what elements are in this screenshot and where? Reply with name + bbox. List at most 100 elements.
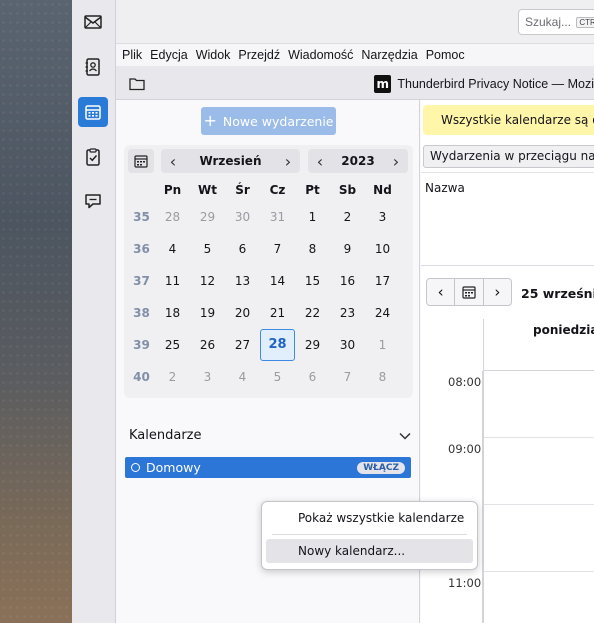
desktop-wallpaper	[0, 0, 72, 623]
today-week-button[interactable]	[455, 279, 484, 305]
menu-tools[interactable]: Narzędzia	[361, 48, 417, 62]
week-number[interactable]: 39	[128, 338, 155, 352]
tab-calendar-folder[interactable]	[122, 72, 152, 96]
day-cell[interactable]: 20	[225, 306, 260, 320]
day-cell[interactable]: 6	[295, 370, 330, 384]
day-cell[interactable]: 10	[365, 242, 400, 256]
day-cell[interactable]: 4	[155, 242, 190, 256]
tasks-space-button[interactable]	[78, 142, 108, 172]
shortcut-hint: CTR	[576, 17, 594, 29]
day-cell[interactable]: 19	[190, 306, 225, 320]
next-year-button[interactable]: ›	[384, 149, 408, 173]
day-cell[interactable]: 13	[225, 274, 260, 288]
day-cell[interactable]: 25	[155, 338, 190, 352]
day-cell[interactable]: 8	[365, 370, 400, 384]
menu-message[interactable]: Wiadomość	[288, 48, 353, 62]
day-column-header[interactable]: poniedziałe	[483, 319, 594, 341]
menu-bar: Plik Edycja Widok Przejdź Wiadomość Narz…	[116, 44, 594, 66]
next-month-button[interactable]: ›	[276, 149, 300, 173]
day-cell[interactable]: 11	[155, 274, 190, 288]
calendar-space-button[interactable]	[78, 97, 108, 127]
day-cell[interactable]: 31	[260, 210, 295, 224]
day-cell[interactable]: 5	[260, 370, 295, 384]
day-cell[interactable]: 24	[365, 306, 400, 320]
day-cell[interactable]: 16	[330, 274, 365, 288]
day-cell[interactable]: 8	[295, 242, 330, 256]
day-cell[interactable]: 28	[155, 210, 190, 224]
day-cell[interactable]: 14	[260, 274, 295, 288]
day-cell[interactable]: 12	[190, 274, 225, 288]
next-week-button[interactable]: ›	[484, 279, 511, 305]
week-number[interactable]: 40	[128, 370, 155, 384]
today-cell[interactable]: 28	[260, 329, 295, 361]
day-cell[interactable]: 23	[330, 306, 365, 320]
day-cell[interactable]: 15	[295, 274, 330, 288]
day-cell[interactable]: 30	[330, 338, 365, 352]
day-cell[interactable]: 17	[365, 274, 400, 288]
events-filter-select[interactable]: Wydarzenia w przeciągu nastę	[423, 145, 594, 168]
new-event-button[interactable]: + Nowe wydarzenie	[201, 107, 336, 135]
day-cell[interactable]: 1	[365, 338, 400, 352]
tab-title: Thunderbird Privacy Notice — Mozi	[397, 77, 594, 91]
calendar-icon	[85, 105, 101, 120]
week-title: 25 września –	[521, 286, 594, 301]
menu-file[interactable]: Plik	[122, 48, 142, 62]
address-book-space-button[interactable]	[78, 52, 108, 82]
hour-line	[484, 504, 594, 505]
mozilla-icon: m	[374, 75, 392, 93]
plus-icon: +	[203, 111, 217, 130]
menu-edit[interactable]: Edycja	[150, 48, 188, 62]
day-cell[interactable]: 22	[295, 306, 330, 320]
today-button[interactable]	[128, 149, 154, 173]
previous-month-button[interactable]: ‹	[161, 149, 185, 173]
tasks-icon	[86, 148, 100, 166]
calendars-header[interactable]: Kalendarze	[129, 428, 411, 443]
day-cell[interactable]: 1	[295, 210, 330, 224]
day-cell[interactable]: 21	[260, 306, 295, 320]
title-bar: Szukaj... CTR	[116, 0, 594, 44]
week-number[interactable]: 38	[128, 306, 155, 320]
day-cell[interactable]: 5	[190, 242, 225, 256]
menu-item-show-all-calendars[interactable]: Pokaż wszystkie kalendarze	[266, 506, 473, 530]
search-input[interactable]: Szukaj... CTR	[518, 9, 594, 35]
calendar-today-icon	[134, 155, 148, 168]
day-cell[interactable]: 26	[190, 338, 225, 352]
previous-year-button[interactable]: ‹	[308, 149, 332, 173]
hour-line	[484, 437, 594, 438]
chat-space-button[interactable]	[78, 186, 108, 216]
menu-go[interactable]: Przejdź	[238, 48, 280, 62]
tab-privacy-notice[interactable]: m Thunderbird Privacy Notice — Mozi	[374, 71, 594, 97]
day-cell[interactable]: 3	[190, 370, 225, 384]
weekday-label: Sb	[338, 183, 357, 197]
week-number[interactable]: 35	[128, 210, 155, 224]
chevron-down-icon[interactable]	[399, 432, 411, 440]
day-cell[interactable]: 27	[225, 338, 260, 352]
calendar-context-menu: Pokaż wszystkie kalendarze Nowy kalendar…	[261, 501, 478, 570]
day-cell[interactable]: 2	[330, 210, 365, 224]
hour-line	[484, 571, 594, 572]
column-header-name[interactable]: Nazwa	[425, 181, 465, 195]
day-cell[interactable]: 3	[365, 210, 400, 224]
week-number[interactable]: 36	[128, 242, 155, 256]
day-cell[interactable]: 2	[155, 370, 190, 384]
enable-calendar-button[interactable]: WŁĄCZ	[357, 461, 405, 474]
day-cell[interactable]: 4	[225, 370, 260, 384]
time-column: 08:00 09:00 11:00	[421, 371, 483, 623]
previous-week-button[interactable]: ‹	[427, 279, 456, 305]
menu-item-new-calendar[interactable]: Nowy kalendarz...	[266, 539, 473, 563]
day-cell[interactable]: 29	[295, 338, 330, 352]
day-cell[interactable]: 7	[330, 370, 365, 384]
menu-help[interactable]: Pomoc	[426, 48, 465, 62]
mail-space-button[interactable]	[78, 7, 108, 37]
menu-view[interactable]: Widok	[196, 48, 231, 62]
day-column[interactable]	[483, 371, 594, 623]
day-cell[interactable]: 18	[155, 306, 190, 320]
day-cell[interactable]: 7	[260, 242, 295, 256]
week-number[interactable]: 37	[128, 274, 155, 288]
day-cell[interactable]: 6	[225, 242, 260, 256]
day-cell[interactable]: 29	[190, 210, 225, 224]
all-day-row[interactable]	[483, 341, 594, 371]
calendar-list-item[interactable]: Domowy WŁĄCZ	[125, 457, 411, 478]
day-cell[interactable]: 30	[225, 210, 260, 224]
day-cell[interactable]: 9	[330, 242, 365, 256]
